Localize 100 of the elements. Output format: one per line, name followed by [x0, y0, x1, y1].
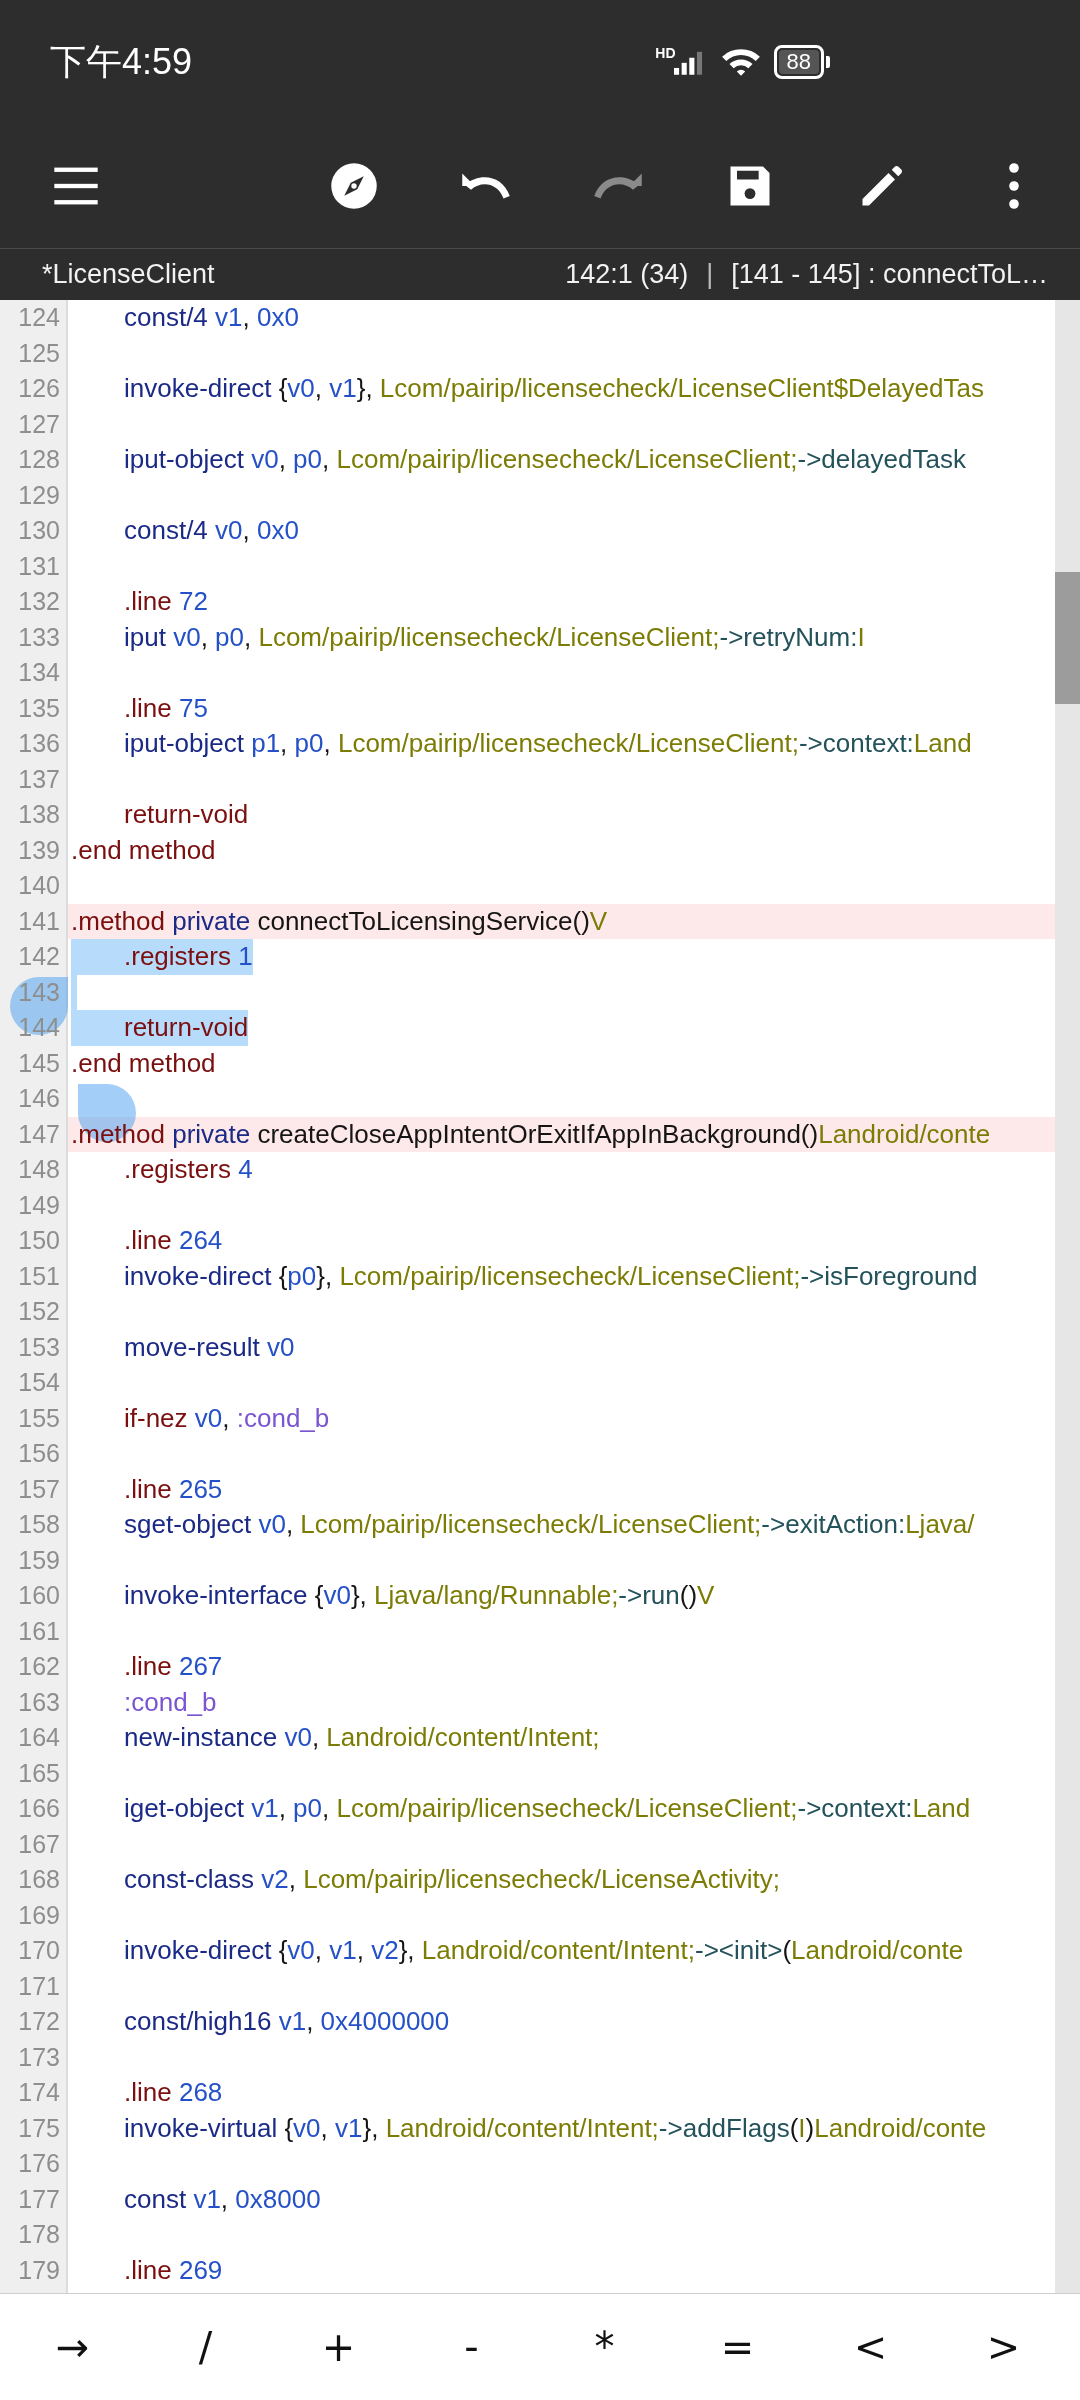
line-number: 148 — [18, 1157, 60, 1183]
line-number: 136 — [18, 731, 60, 757]
code-line: invoke-interface {v0}, Ljava/lang/Runnable;->run()V — [123, 1579, 715, 1612]
line-number: 134 — [18, 660, 60, 686]
symbol-key[interactable]: / — [139, 2294, 272, 2400]
symbol-key[interactable]: - — [405, 2294, 538, 2400]
line-number: 131 — [18, 553, 60, 579]
line-number: 161 — [18, 1618, 60, 1644]
cursor-position: 142:1 (34) — [565, 259, 689, 290]
line-number: 128 — [18, 447, 60, 473]
line-number: 125 — [18, 340, 60, 366]
code-line: .method private connectToLicensingService()V — [71, 904, 608, 938]
line-number: 133 — [18, 624, 60, 650]
line-number: 146 — [18, 1086, 60, 1112]
symbol-key[interactable]: < — [804, 2294, 937, 2400]
line-number: 169 — [18, 1902, 60, 1928]
line-number: 174 — [18, 2080, 60, 2106]
line-number: 141 — [18, 908, 60, 934]
code-line: const-class v2, Lcom/pairip/licensecheck/LicenseActivity; — [123, 1863, 781, 1896]
line-number: 138 — [18, 802, 60, 828]
line-number: 135 — [18, 695, 60, 721]
line-number: 156 — [18, 1441, 60, 1467]
code-line: .line 267 — [123, 1650, 223, 1683]
separator: | — [706, 259, 714, 290]
code-line: const/high16 v1, 0x4000000 — [123, 2005, 450, 2038]
line-number: 163 — [18, 1689, 60, 1715]
code-line: iput-object v0, p0, Lcom/pairip/licensecheck/LicenseClient;->delayedTask — [123, 443, 966, 476]
code-line: iput-object p1, p0, Lcom/pairip/licensecheck/LicenseClient;->context:Land — [123, 727, 972, 760]
method-scope: [141 - 145] : connectToL… — [731, 259, 1048, 290]
code-line: return-void — [123, 798, 249, 831]
code-line: const/4 v0, 0x0 — [123, 514, 299, 547]
line-number: 132 — [18, 589, 60, 615]
line-number: 166 — [18, 1796, 60, 1822]
symbol-key[interactable]: * — [538, 2294, 671, 2400]
line-number: 177 — [18, 2186, 60, 2212]
line-number: 167 — [18, 1831, 60, 1857]
line-number: 129 — [18, 482, 60, 508]
line-number: 150 — [18, 1228, 60, 1254]
line-number: 153 — [18, 1334, 60, 1360]
line-number: 152 — [18, 1299, 60, 1325]
code-line: .line 269 — [123, 2253, 223, 2287]
code-line: invoke-virtual {v0, v1}, Landroid/content/Intent;->addFlags(I)Landroid/conte — [123, 2111, 987, 2145]
symbol-key[interactable]: → — [6, 2294, 139, 2400]
code-line: .line 265 — [123, 1472, 223, 1506]
line-number: 175 — [18, 2115, 60, 2141]
code-line: .end method — [71, 1046, 216, 1080]
line-number: 165 — [18, 1760, 60, 1786]
code-line: .end method — [71, 833, 216, 867]
line-number: 137 — [18, 766, 60, 792]
line-number: 155 — [18, 1405, 60, 1431]
line-number: 154 — [18, 1370, 60, 1396]
line-number: 158 — [18, 1512, 60, 1538]
line-number: 176 — [18, 2151, 60, 2177]
code-line: const/4 v1, 0x0 — [123, 301, 299, 334]
symbol-key[interactable]: > — [937, 2294, 1070, 2400]
code-line: .line 72 — [123, 585, 208, 618]
line-number: 164 — [18, 1725, 60, 1751]
line-number: 157 — [18, 1476, 60, 1502]
code-line: invoke-direct {v0, v1, v2}, Landroid/content/Intent;-><init>(Landroid/conte — [123, 1934, 964, 1967]
code-line: sget-object v0, Lcom/pairip/licensecheck/LicenseClient;->exitAction:Ljava/ — [123, 1508, 975, 1541]
line-number: 160 — [18, 1583, 60, 1609]
line-number: 144 — [18, 1015, 60, 1041]
line-number: 124 — [18, 305, 60, 331]
code-line: .line 268 — [123, 2076, 223, 2109]
line-number: 178 — [18, 2222, 60, 2248]
symbol-key[interactable]: + — [272, 2294, 405, 2400]
code-line: invoke-direct {p0}, Lcom/pairip/licensecheck/LicenseClient;->isForeground — [123, 1259, 978, 1293]
line-number: 143 — [18, 979, 60, 1005]
code-line: const v1, 0x8000 — [123, 2182, 321, 2216]
line-number: 147 — [18, 1121, 60, 1147]
code-line: .method private createCloseAppIntentOrExitIfAppInBackground()Landroid/conte — [71, 1117, 991, 1151]
line-number: 126 — [18, 376, 60, 402]
line-number: 179 — [18, 2257, 60, 2283]
line-number: 170 — [18, 1938, 60, 1964]
code-line: iput v0, p0, Lcom/pairip/licensecheck/LicenseClient;->retryNum:I — [123, 620, 865, 654]
code-line: :cond_b — [123, 1685, 217, 1719]
code-line: invoke-direct {v0, v1}, Lcom/pairip/licensecheck/LicenseClient$DelayedTas — [123, 372, 984, 405]
code-line: new-instance v0, Landroid/content/Intent; — [123, 1721, 600, 1754]
code-line: iget-object v1, p0, Lcom/pairip/licensecheck/LicenseClient;->context:Land — [123, 1792, 971, 1825]
line-number: 151 — [18, 1263, 60, 1289]
line-number: 130 — [18, 518, 60, 544]
file-name: *LicenseClient — [42, 259, 215, 290]
line-number: 149 — [18, 1192, 60, 1218]
symbol-key[interactable]: = — [671, 2294, 804, 2400]
line-number: 139 — [18, 837, 60, 863]
line-number: 159 — [18, 1547, 60, 1573]
code-line: .registers 4 — [123, 1153, 253, 1186]
code-line: move-result v0 — [123, 1330, 295, 1364]
line-number: 140 — [18, 873, 60, 899]
line-number: 142 — [18, 944, 60, 970]
clock-time: 下午4:59 — [50, 39, 193, 84]
line-number: 168 — [18, 1867, 60, 1893]
line-number: 162 — [18, 1654, 60, 1680]
line-number: 173 — [18, 2044, 60, 2070]
line-number: 172 — [18, 2009, 60, 2035]
line-number: 127 — [18, 411, 60, 437]
line-number: 145 — [18, 1050, 60, 1076]
code-line: .line 75 — [123, 691, 208, 725]
code-line: if-nez v0, :cond_b — [123, 1401, 330, 1435]
code-line: .line 264 — [123, 1224, 223, 1257]
